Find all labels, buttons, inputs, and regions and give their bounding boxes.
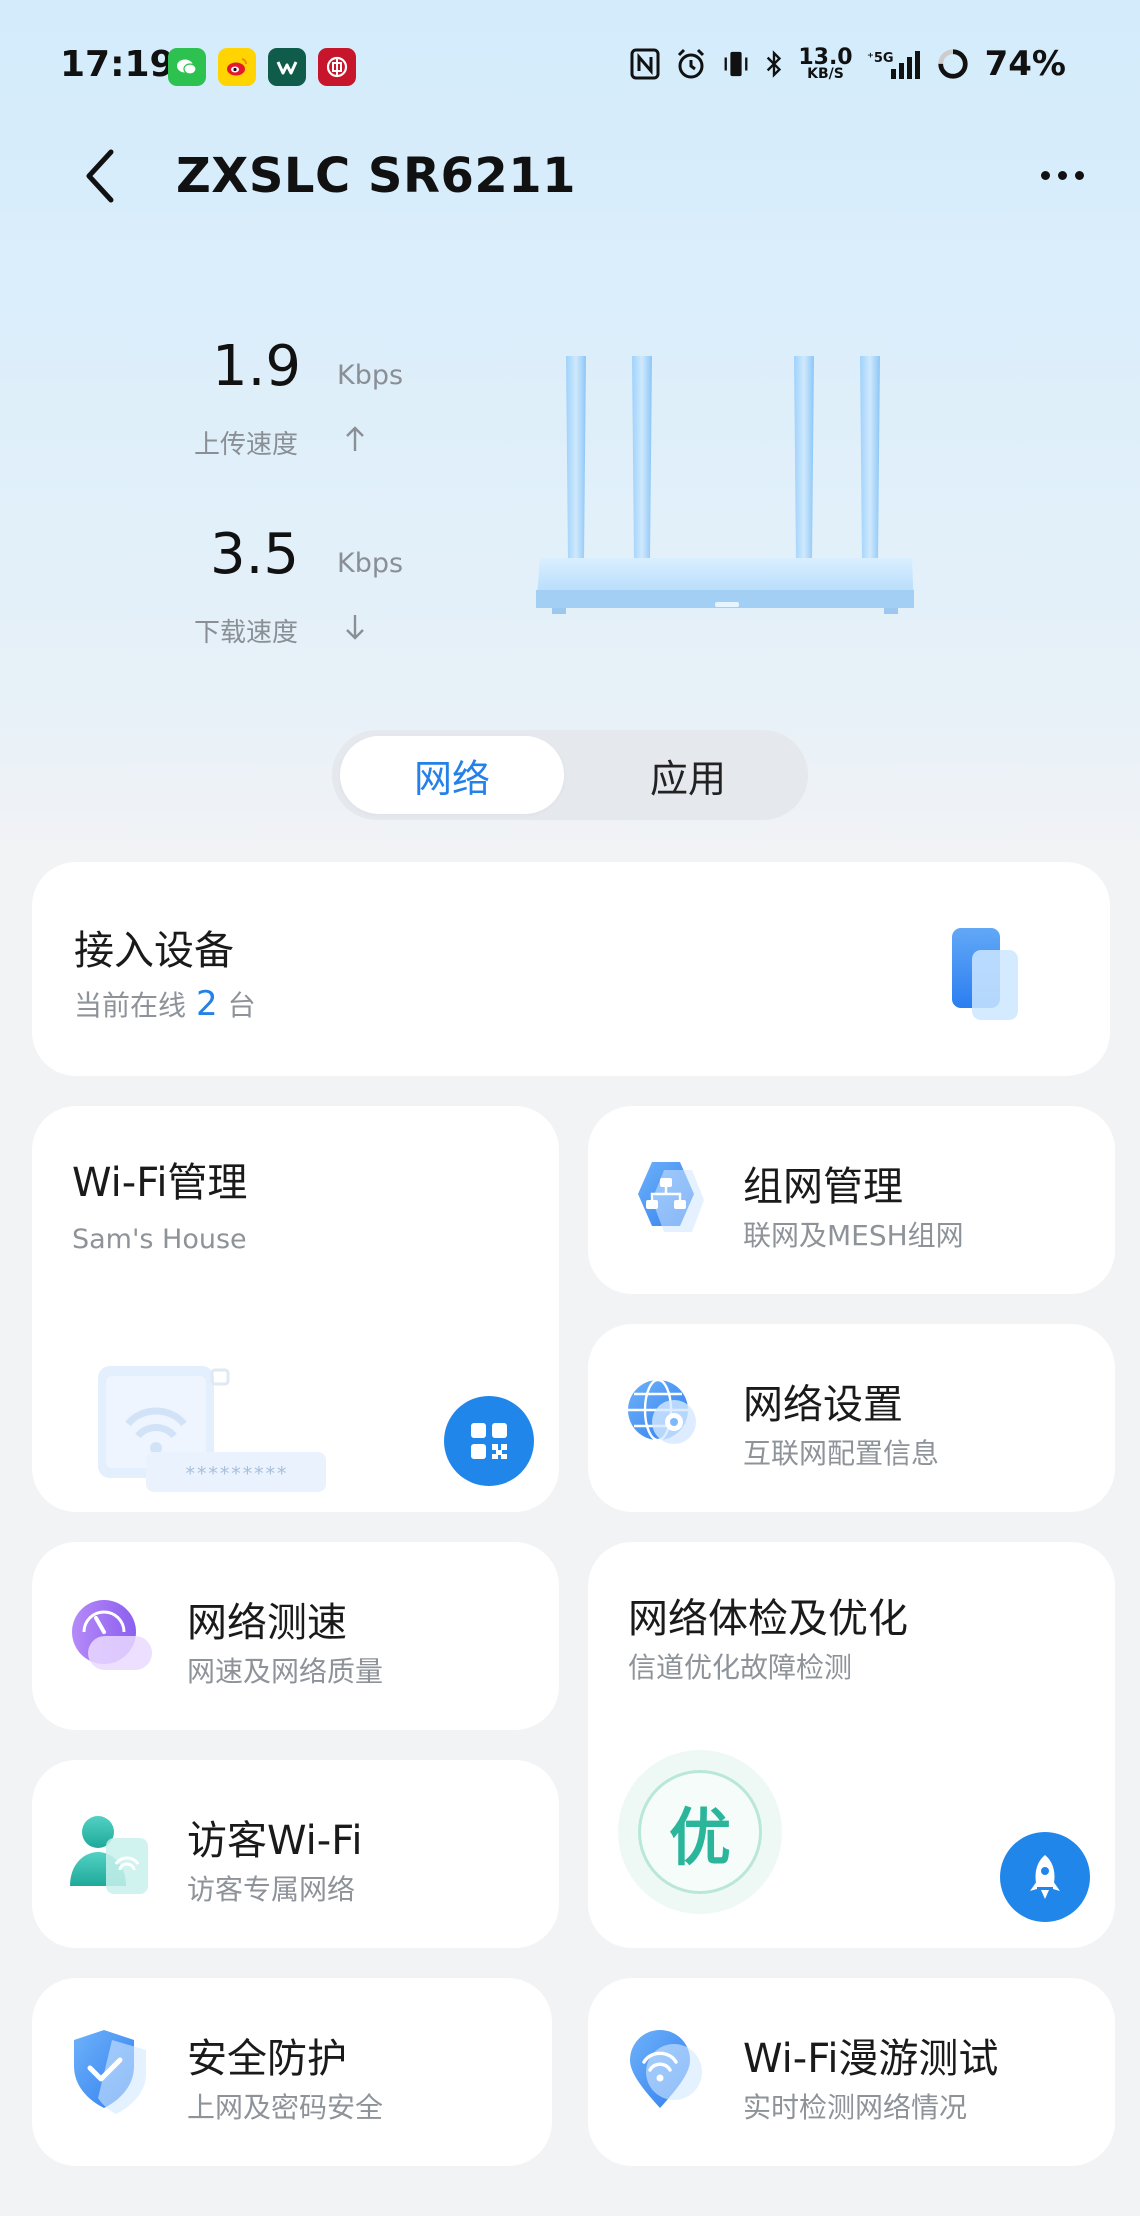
download-speed-label: 下载速度 xyxy=(194,618,299,648)
status-time: 17:19 xyxy=(60,44,175,85)
router-illustration xyxy=(536,356,914,614)
more-dot xyxy=(1057,170,1067,180)
download-arrow-icon xyxy=(346,615,364,640)
online-count: 2 xyxy=(196,984,218,1024)
upload-speed-value: 1.9 xyxy=(212,334,302,399)
card-title: Wi-Fi管理 xyxy=(72,1160,248,1206)
speed-test-card[interactable]: 网络测速 网速及网络质量 xyxy=(32,1542,559,1730)
wifi-management-card[interactable]: Wi-Fi管理 Sam's House ********* xyxy=(32,1106,559,1512)
online-unit: 台 xyxy=(227,989,256,1022)
optimize-button[interactable] xyxy=(1000,1832,1090,1922)
battery-ring-icon xyxy=(937,49,968,79)
wifi-roaming-test-card[interactable]: Wi-Fi漫游测试 实时检测网络情况 xyxy=(588,1978,1115,2166)
card-title: 接入设备 xyxy=(74,928,234,974)
more-dot xyxy=(1074,170,1084,180)
upload-speed-unit: Kbps xyxy=(337,360,404,391)
svg-text:⁺5G: ⁺5G xyxy=(867,51,894,66)
devices-icon xyxy=(952,928,1018,1020)
bluetooth-icon xyxy=(767,50,782,78)
download-speed-value: 3.5 xyxy=(210,522,300,587)
grade-badge: 优 xyxy=(618,1750,782,1914)
card-subtitle: 联网及MESH组网 xyxy=(743,1219,964,1252)
bank-icon xyxy=(318,48,356,86)
security-card[interactable]: 安全防护 上网及密码安全 xyxy=(32,1978,552,2166)
card-title: 组网管理 xyxy=(743,1164,903,1210)
back-button[interactable] xyxy=(70,146,130,206)
card-subtitle: 实时检测网络情况 xyxy=(743,2091,968,2124)
network-settings-card[interactable]: 网络设置 互联网配置信息 xyxy=(588,1324,1115,1512)
download-speed-unit: Kbps xyxy=(337,548,404,579)
roaming-location-icon xyxy=(630,2030,702,2108)
vibrate-icon xyxy=(724,51,748,77)
card-subtitle: 网速及网络质量 xyxy=(187,1655,384,1688)
shield-icon xyxy=(74,2030,146,2114)
app-icon xyxy=(268,48,306,86)
network-speed: 13.0 KB/S xyxy=(798,44,853,82)
more-dot xyxy=(1040,170,1050,180)
card-subtitle: 访客专属网络 xyxy=(187,1873,356,1906)
card-subtitle: 上网及密码安全 xyxy=(187,2091,384,2124)
wifi-ssid: Sam's House xyxy=(72,1224,247,1255)
password-mask: ********* xyxy=(185,1463,288,1485)
card-subtitle: 信道优化故障检测 xyxy=(628,1651,853,1684)
weibo-icon xyxy=(218,48,256,86)
card-subtitle: 互联网配置信息 xyxy=(743,1437,940,1470)
signal-icon: ⁺5G xyxy=(867,51,920,79)
nfc-icon xyxy=(630,48,660,80)
online-devices-summary: 当前在线 2 台 xyxy=(74,984,256,1024)
upload-speed-label: 上传速度 xyxy=(194,430,299,460)
tab-switcher: 网络 应用 xyxy=(332,730,808,820)
guest-wifi-card[interactable]: 访客Wi-Fi 访客专属网络 xyxy=(32,1760,559,1948)
notification-icons xyxy=(168,48,356,86)
status-indicators: 13.0 KB/S ⁺5G 74% xyxy=(630,44,1066,84)
tab-apps[interactable]: 应用 xyxy=(576,736,800,814)
card-title: 安全防护 xyxy=(187,2036,347,2082)
upload-arrow-icon xyxy=(346,426,364,451)
card-title: 网络测速 xyxy=(187,1600,347,1646)
alarm-icon xyxy=(678,48,705,79)
wifi-password-illustration: ********* xyxy=(98,1366,326,1492)
online-label: 当前在线 xyxy=(74,989,187,1022)
card-title: 网络体检及优化 xyxy=(628,1596,908,1642)
network-checkup-card[interactable]: 网络体检及优化 信道优化故障检测 优 xyxy=(588,1542,1115,1948)
page-title: ZXSLC SR6211 xyxy=(176,148,577,204)
back-arrow-icon xyxy=(86,149,114,203)
globe-settings-icon xyxy=(628,1378,696,1444)
card-title: 网络设置 xyxy=(743,1382,903,1428)
grade-text: 优 xyxy=(638,1770,762,1894)
mesh-network-icon xyxy=(638,1162,704,1232)
qr-code-icon xyxy=(471,1423,507,1459)
more-button[interactable] xyxy=(1024,150,1100,200)
guest-user-icon xyxy=(70,1816,148,1894)
wechat-icon xyxy=(168,48,206,86)
connected-devices-card[interactable]: 接入设备 当前在线 2 台 xyxy=(32,862,1110,1076)
rocket-icon xyxy=(1030,1855,1060,1899)
mesh-management-card[interactable]: 组网管理 联网及MESH组网 xyxy=(588,1106,1115,1294)
card-title: 访客Wi-Fi xyxy=(187,1818,363,1864)
wifi-qr-button[interactable] xyxy=(444,1396,534,1486)
speedometer-icon xyxy=(72,1600,152,1670)
battery-percent: 74% xyxy=(984,44,1066,84)
tab-network[interactable]: 网络 xyxy=(340,736,564,814)
card-title: Wi-Fi漫游测试 xyxy=(743,2036,999,2082)
